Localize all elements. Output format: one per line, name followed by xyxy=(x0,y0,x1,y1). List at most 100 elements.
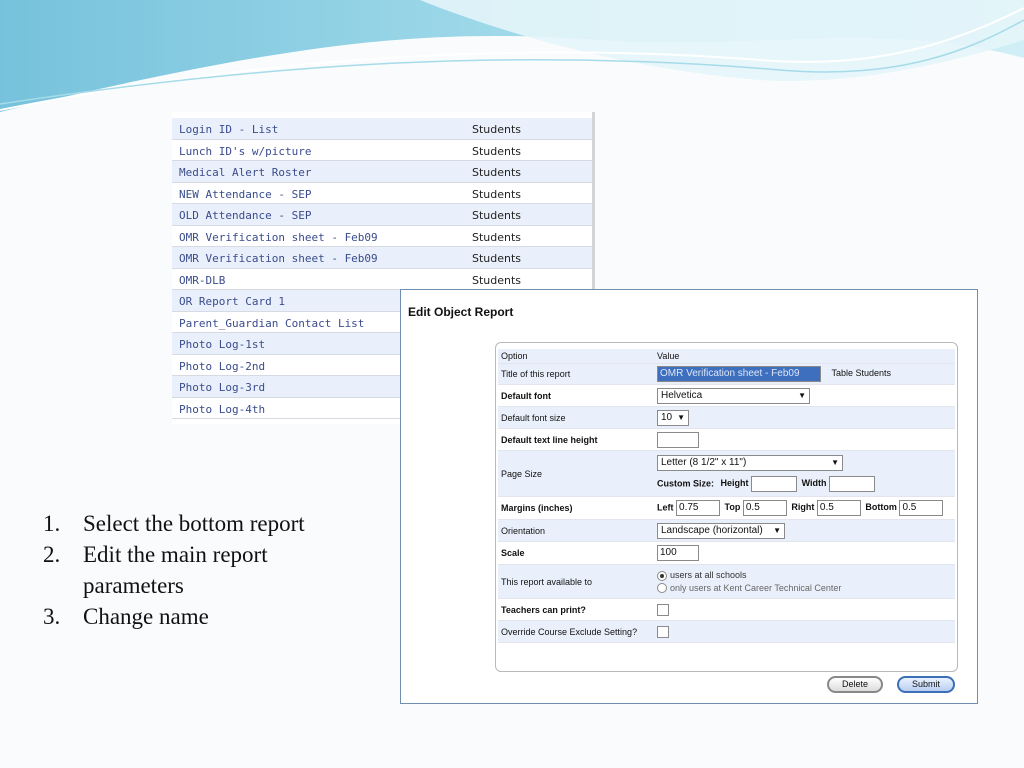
page-size-label: Page Size xyxy=(498,450,654,497)
scale-label: Scale xyxy=(498,541,654,565)
width-label: Width xyxy=(801,478,827,489)
chevron-down-icon: ▼ xyxy=(773,525,781,535)
custom-size-label: Custom Size: xyxy=(657,478,715,489)
table-students-text: Table Students xyxy=(831,368,892,379)
report-category: Students xyxy=(472,230,522,244)
edit-object-report-dialog: Edit Object Report Option Value Title of… xyxy=(400,289,978,704)
font-label: Default font xyxy=(498,384,654,407)
availability-row: This report available to users at all sc… xyxy=(498,564,955,599)
margins-row: Margins (inches) Left 0.75 Top 0.5 Right… xyxy=(498,496,955,520)
height-label: Height xyxy=(720,478,749,489)
margin-left-label: Left xyxy=(657,502,674,513)
custom-height-input[interactable] xyxy=(751,476,798,492)
report-row[interactable]: OLD Attendance - SEP Students xyxy=(172,204,592,226)
report-name-link[interactable]: OMR Verification sheet - Feb09 xyxy=(179,252,378,265)
report-row[interactable]: OMR Verification sheet - Feb09 Students xyxy=(172,226,592,247)
report-title-input[interactable]: OMR Verification sheet - Feb09 xyxy=(657,366,821,382)
header-wave-decoration xyxy=(0,0,1024,112)
report-row[interactable]: OMR Verification sheet - Feb09 Students xyxy=(172,247,592,269)
font-select[interactable]: Helvetica ▼ xyxy=(657,387,810,404)
report-name-link[interactable]: OR Report Card 1 xyxy=(179,295,285,308)
override-checkbox[interactable] xyxy=(657,625,669,638)
orientation-row: Orientation Landscape (horizontal) ▼ xyxy=(498,519,955,542)
margins-label: Margins (inches) xyxy=(498,496,654,520)
report-name-link[interactable]: NEW Attendance - SEP xyxy=(179,188,311,201)
report-category: Students xyxy=(472,209,522,222)
report-category: Students xyxy=(472,144,522,158)
page-size-value: Letter (8 1/2" x 11") xyxy=(661,457,747,468)
orientation-select[interactable]: Landscape (horizontal) ▼ xyxy=(657,522,785,539)
margin-right-label: Right xyxy=(791,502,815,513)
report-name-link[interactable]: Photo Log-2nd xyxy=(179,360,265,373)
margin-right-input[interactable]: 0.5 xyxy=(816,500,861,516)
report-name-link[interactable]: Parent_Guardian Contact List xyxy=(179,317,364,330)
instruction-list: 1. Select the bottom report 2. Edit the ma… xyxy=(40,508,370,632)
report-name-link[interactable]: Photo Log-1st xyxy=(179,338,265,351)
margin-left-input[interactable]: 0.75 xyxy=(676,500,721,516)
font-size-row: Default font size 10 ▼ xyxy=(498,406,955,429)
custom-width-input[interactable] xyxy=(829,476,875,492)
report-name-link[interactable]: OMR-DLB xyxy=(179,274,225,287)
settings-panel: Option Value Title of this report OMR Ve… xyxy=(495,342,958,672)
report-row[interactable]: Login ID - List Students xyxy=(172,118,592,140)
dialog-title: Edit Object Report xyxy=(408,305,514,319)
instruction-item: 2. Edit the main report parameters xyxy=(40,539,370,601)
report-row[interactable]: Medical Alert Roster Students xyxy=(172,161,592,183)
orientation-label: Orientation xyxy=(498,519,654,542)
line-height-row: Default text line height xyxy=(498,428,955,451)
instruction-item: 3. Change name xyxy=(40,601,370,632)
report-name-link[interactable]: Medical Alert Roster xyxy=(179,166,311,179)
table-header-row: Option Value xyxy=(498,349,955,364)
report-category: Students xyxy=(472,252,522,265)
override-row: Override Course Exclude Setting? xyxy=(498,620,955,643)
instruction-text: Change name xyxy=(83,604,209,629)
chevron-down-icon: ▼ xyxy=(831,458,839,467)
report-name-link[interactable]: Lunch ID's w/picture xyxy=(179,145,311,158)
font-value: Helvetica xyxy=(661,389,703,401)
instruction-number: 1. xyxy=(43,511,61,536)
report-row[interactable]: OMR-DLB Students xyxy=(172,269,592,290)
teachers-print-checkbox[interactable] xyxy=(657,603,669,616)
line-height-input[interactable] xyxy=(657,431,699,448)
report-category: Students xyxy=(472,273,522,287)
submit-button[interactable]: Submit xyxy=(897,676,955,693)
report-row[interactable]: NEW Attendance - SEP Students xyxy=(172,183,592,204)
header-value: Value xyxy=(654,349,955,364)
font-size-value: 10 xyxy=(661,411,673,423)
chevron-down-icon: ▼ xyxy=(677,412,685,422)
chevron-down-icon: ▼ xyxy=(798,390,806,400)
margin-bottom-label: Bottom xyxy=(865,502,897,513)
all-schools-radio[interactable] xyxy=(657,570,667,581)
all-schools-label: users at all schools xyxy=(670,569,747,580)
report-category: Students xyxy=(472,123,522,136)
report-category: Students xyxy=(472,166,522,179)
report-name-link[interactable]: OMR Verification sheet - Feb09 xyxy=(179,231,378,244)
report-name-link[interactable]: Photo Log-3rd xyxy=(179,381,265,394)
scale-input[interactable]: 100 xyxy=(657,545,699,561)
teachers-print-row: Teachers can print? xyxy=(498,598,955,621)
title-label: Title of this report xyxy=(498,363,654,385)
instruction-text: Edit the main report parameters xyxy=(83,542,268,598)
margin-bottom-input[interactable]: 0.5 xyxy=(899,500,944,516)
delete-button[interactable]: Delete xyxy=(827,676,883,693)
only-school-radio[interactable] xyxy=(657,583,667,594)
report-name-link[interactable]: Login ID - List xyxy=(179,123,278,136)
teachers-print-label: Teachers can print? xyxy=(498,598,654,621)
report-row[interactable]: Lunch ID's w/picture Students xyxy=(172,140,592,161)
margin-top-input[interactable]: 0.5 xyxy=(742,500,787,516)
only-school-label: only users at Kent Career Technical Cent… xyxy=(670,582,842,593)
font-size-label: Default font size xyxy=(498,406,654,429)
header-option: Option xyxy=(498,349,654,364)
instruction-item: 1. Select the bottom report xyxy=(40,508,370,539)
scale-row: Scale 100 xyxy=(498,541,955,565)
font-size-select[interactable]: 10 ▼ xyxy=(657,409,689,426)
font-row: Default font Helvetica ▼ xyxy=(498,384,955,407)
instruction-number: 2. xyxy=(43,542,61,567)
settings-table: Option Value Title of this report OMR Ve… xyxy=(498,349,955,643)
line-height-label: Default text line height xyxy=(498,428,654,451)
page-size-row: Page Size Letter (8 1/2" x 11") ▼ Custom … xyxy=(498,450,955,497)
report-category: Students xyxy=(472,187,522,201)
page-size-select[interactable]: Letter (8 1/2" x 11") ▼ xyxy=(657,455,843,471)
report-name-link[interactable]: OLD Attendance - SEP xyxy=(179,209,311,222)
report-name-link[interactable]: Photo Log-4th xyxy=(179,403,265,416)
